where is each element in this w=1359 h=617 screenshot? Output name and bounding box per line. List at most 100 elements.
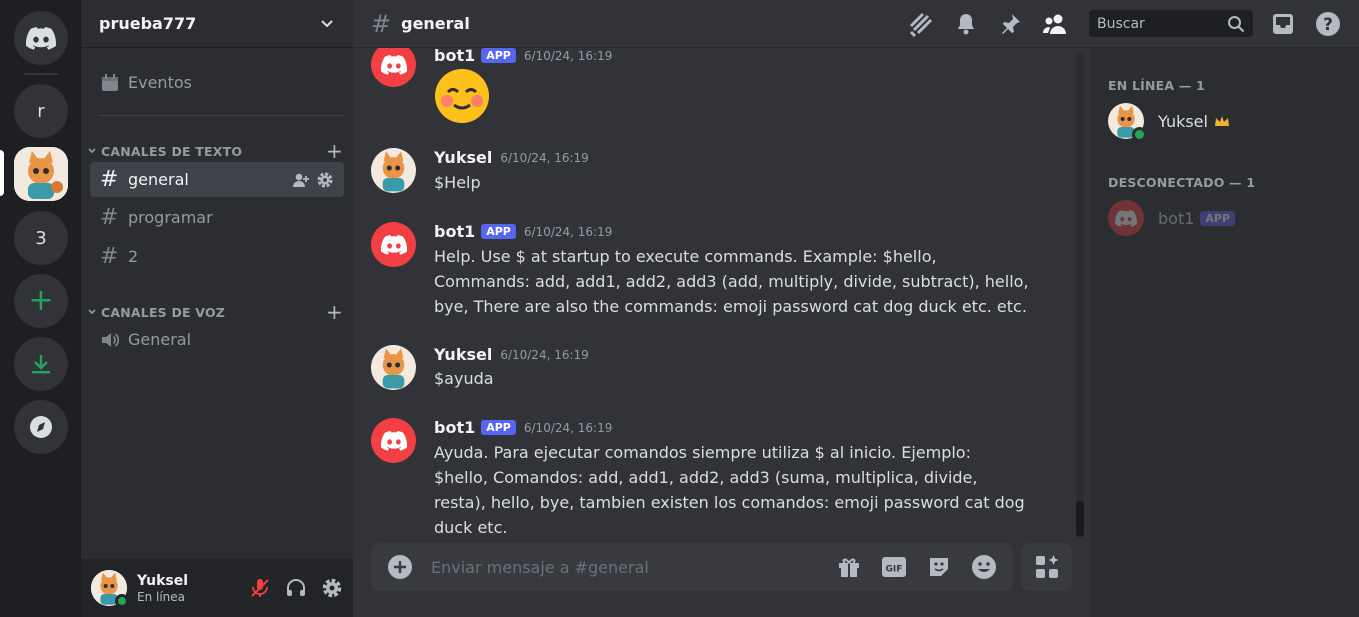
mic-muted-icon[interactable] bbox=[249, 577, 271, 599]
explore-button[interactable] bbox=[14, 400, 68, 454]
app-launcher-button[interactable] bbox=[1021, 543, 1072, 591]
server-r[interactable]: r bbox=[14, 84, 68, 138]
apps-icon bbox=[1034, 554, 1060, 580]
sticker-icon[interactable] bbox=[927, 555, 951, 579]
server-3[interactable]: 3 bbox=[14, 211, 68, 265]
threads-icon[interactable] bbox=[908, 11, 934, 37]
invite-icon[interactable] bbox=[292, 171, 310, 189]
home-button[interactable] bbox=[14, 11, 68, 65]
online-status-dot bbox=[115, 594, 129, 608]
hash-icon: # bbox=[100, 205, 119, 230]
channel-title: general bbox=[401, 14, 470, 33]
search-icon bbox=[1227, 15, 1245, 33]
message-composer[interactable]: Enviar mensaje a #general GIF bbox=[371, 543, 1013, 591]
bell-icon[interactable] bbox=[954, 12, 978, 36]
rail-separator bbox=[24, 73, 58, 75]
username: Yuksel bbox=[137, 572, 189, 589]
chevron-down-icon bbox=[319, 16, 335, 32]
member-item[interactable]: bot1 APP bbox=[1108, 200, 1236, 236]
speaker-icon bbox=[100, 330, 122, 350]
search-input[interactable]: Buscar bbox=[1089, 10, 1253, 37]
emoji-icon[interactable] bbox=[971, 554, 997, 580]
download-apps-button[interactable] bbox=[14, 337, 68, 391]
scrollbar-track[interactable] bbox=[1076, 52, 1084, 536]
gift-icon[interactable] bbox=[837, 555, 861, 579]
message-text: Help. Use $ at startup to execute comman… bbox=[434, 247, 1029, 316]
message-author[interactable]: bot1 bbox=[434, 46, 475, 65]
bot-avatar[interactable] bbox=[371, 222, 416, 267]
user-status: En línea bbox=[137, 589, 186, 604]
scrollbar-thumb[interactable] bbox=[1076, 501, 1084, 537]
channel-sidebar: prueba777 Eventos CANALES DE TEXTO + # g… bbox=[81, 0, 353, 617]
user-info[interactable]: Yuksel En línea bbox=[137, 573, 188, 604]
message-author[interactable]: Yuksel bbox=[434, 148, 492, 167]
voice-channel-general[interactable]: General bbox=[90, 322, 344, 357]
member-avatar bbox=[1108, 200, 1144, 236]
chevron-down-icon bbox=[87, 146, 97, 156]
server-header[interactable]: prueba777 bbox=[81, 0, 353, 48]
hash-icon: # bbox=[100, 167, 119, 192]
user-panel: Yuksel En línea bbox=[81, 559, 353, 617]
add-server-button[interactable]: + bbox=[14, 274, 68, 328]
hash-icon: # bbox=[371, 9, 392, 38]
offline-header: DESCONECTADO — 1 bbox=[1108, 175, 1256, 190]
online-header: EN LÍNEA — 1 bbox=[1108, 78, 1205, 93]
online-status-dot bbox=[1132, 127, 1147, 142]
voice-category-label: CANALES DE VOZ bbox=[101, 304, 226, 320]
text-channels-category[interactable]: CANALES DE TEXTO + bbox=[87, 139, 343, 163]
channel-programar[interactable]: # programar bbox=[90, 200, 344, 235]
voice-channels-category[interactable]: CANALES DE VOZ + bbox=[87, 300, 343, 324]
message-author[interactable]: bot1 bbox=[434, 222, 475, 241]
create-channel-plus-icon[interactable]: + bbox=[326, 139, 343, 163]
user-avatar[interactable] bbox=[371, 345, 416, 390]
app-badge: APP bbox=[481, 48, 516, 63]
user-avatar[interactable] bbox=[371, 148, 416, 193]
channel-label: general bbox=[128, 170, 189, 189]
channel-general[interactable]: # general bbox=[90, 162, 344, 197]
user-settings-gear-icon[interactable] bbox=[321, 577, 343, 599]
plus-icon: + bbox=[28, 283, 54, 318]
inbox-icon[interactable] bbox=[1271, 12, 1295, 36]
message-author[interactable]: Yuksel bbox=[434, 345, 492, 364]
message-timestamp: 6/10/24, 16:19 bbox=[523, 224, 613, 239]
member-list-icon[interactable] bbox=[1042, 12, 1068, 36]
crown-icon bbox=[1214, 114, 1230, 128]
pin-icon[interactable] bbox=[998, 12, 1022, 36]
app-badge: APP bbox=[1200, 210, 1236, 226]
server-name: prueba777 bbox=[99, 14, 197, 33]
message-author[interactable]: bot1 bbox=[434, 418, 475, 437]
bot-avatar[interactable] bbox=[371, 42, 416, 87]
message-input[interactable]: Enviar mensaje a #general bbox=[431, 558, 837, 577]
member-name: Yuksel bbox=[1158, 111, 1208, 131]
cat-avatar-icon bbox=[14, 147, 68, 201]
active-server-pill bbox=[0, 150, 4, 196]
member-item[interactable]: Yuksel bbox=[1108, 103, 1230, 142]
voice-channel-label: General bbox=[128, 330, 192, 349]
chat-area: # general Buscar ? bot1 APP 6/10/24, 16:… bbox=[353, 0, 1359, 617]
server-rail: r 3 + bbox=[0, 0, 81, 617]
discord-icon bbox=[380, 234, 407, 255]
gear-icon[interactable] bbox=[316, 171, 334, 189]
text-category-label: CANALES DE TEXTO bbox=[101, 143, 243, 159]
events-item[interactable]: Eventos bbox=[90, 65, 344, 100]
channel-2[interactable]: # 2 bbox=[90, 239, 344, 274]
message-text: $ayuda bbox=[434, 369, 494, 388]
bot-avatar[interactable] bbox=[371, 418, 416, 463]
message-text: Ayuda. Para ejecutar comandos siempre ut… bbox=[434, 443, 1025, 537]
channel-label: 2 bbox=[128, 247, 139, 266]
smiling-face-emoji-icon bbox=[434, 68, 1029, 124]
search-placeholder: Buscar bbox=[1097, 15, 1145, 32]
message-timestamp: 6/10/24, 16:19 bbox=[500, 150, 589, 165]
headphones-icon[interactable] bbox=[285, 577, 307, 599]
help-icon[interactable]: ? bbox=[1315, 11, 1341, 37]
create-voice-channel-plus-icon[interactable]: + bbox=[326, 300, 343, 324]
attach-plus-icon[interactable] bbox=[387, 554, 413, 580]
app-badge: APP bbox=[481, 224, 516, 239]
server-prueba777[interactable] bbox=[14, 147, 68, 201]
user-avatar[interactable] bbox=[91, 570, 129, 608]
message-emoji bbox=[434, 68, 1029, 124]
gif-icon[interactable]: GIF bbox=[881, 556, 907, 578]
discord-icon bbox=[380, 430, 407, 451]
hash-icon: # bbox=[100, 244, 119, 269]
message-timestamp: 6/10/24, 16:19 bbox=[523, 420, 613, 435]
